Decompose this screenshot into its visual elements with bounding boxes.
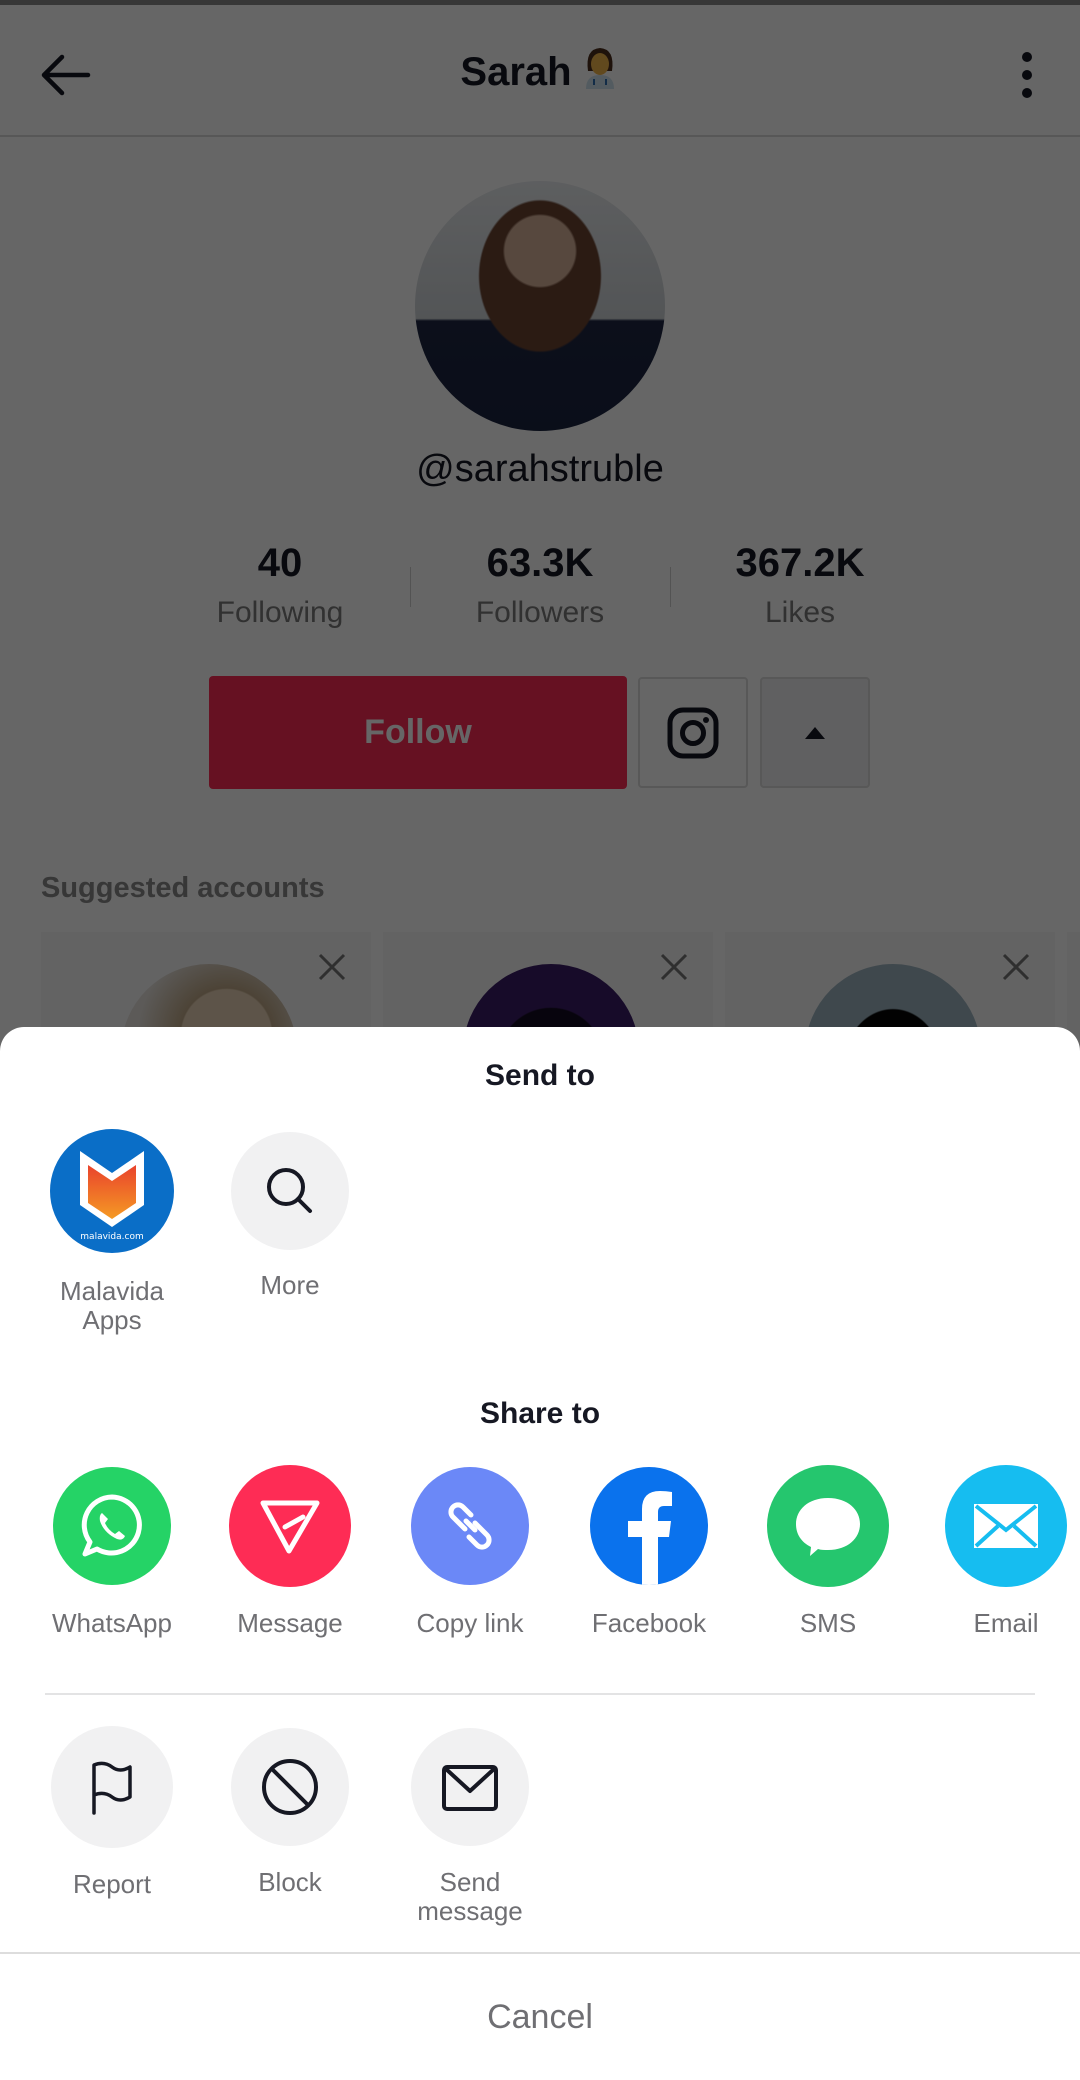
tile-label: Email (973, 1608, 1039, 1638)
action-send-message[interactable]: Send message (395, 1728, 545, 1926)
share-sheet: Send to malavida.com Malavida Apps More S… (0, 1027, 1080, 2080)
send-message-icon (229, 1465, 351, 1587)
email-icon (945, 1465, 1067, 1587)
tile-label: Facebook (591, 1608, 707, 1638)
cancel-button[interactable]: Cancel (0, 1954, 1080, 2080)
malavida-logo-text: malavida.com (80, 1232, 143, 1242)
envelope-icon (411, 1728, 529, 1846)
section-divider (45, 1693, 1035, 1695)
whatsapp-icon (53, 1467, 171, 1585)
tile-label: Message (237, 1608, 343, 1638)
send-to-malavida-apps[interactable]: malavida.com Malavida Apps (37, 1129, 187, 1335)
share-sms[interactable]: SMS (753, 1465, 903, 1638)
action-block[interactable]: Block (215, 1728, 365, 1897)
malavida-logo-icon: malavida.com (50, 1129, 174, 1253)
send-to-more[interactable]: More (215, 1132, 365, 1300)
tile-label: Report (72, 1869, 152, 1899)
share-facebook[interactable]: Facebook (574, 1467, 724, 1638)
tile-label: More (260, 1270, 320, 1300)
action-report[interactable]: Report (37, 1726, 187, 1899)
tile-label: WhatsApp (52, 1608, 172, 1638)
search-icon (231, 1132, 349, 1250)
block-icon (231, 1728, 349, 1846)
share-email[interactable]: Email (931, 1465, 1080, 1638)
share-to-heading: Share to (479, 1397, 601, 1430)
share-copy-link[interactable]: Copy link (395, 1467, 545, 1638)
share-whatsapp[interactable]: WhatsApp (37, 1467, 187, 1638)
tile-label: SMS (799, 1608, 857, 1638)
tile-label: Copy link (416, 1608, 524, 1638)
send-to-heading: Send to (485, 1059, 595, 1092)
tile-label: Malavida Apps (59, 1276, 165, 1335)
flag-icon (51, 1726, 173, 1848)
link-icon (411, 1467, 529, 1585)
share-message[interactable]: Message (215, 1465, 365, 1638)
sms-bubble-icon (767, 1465, 889, 1587)
tile-label: Send message (417, 1867, 523, 1926)
facebook-icon (590, 1467, 708, 1585)
tile-label: Block (258, 1867, 322, 1897)
